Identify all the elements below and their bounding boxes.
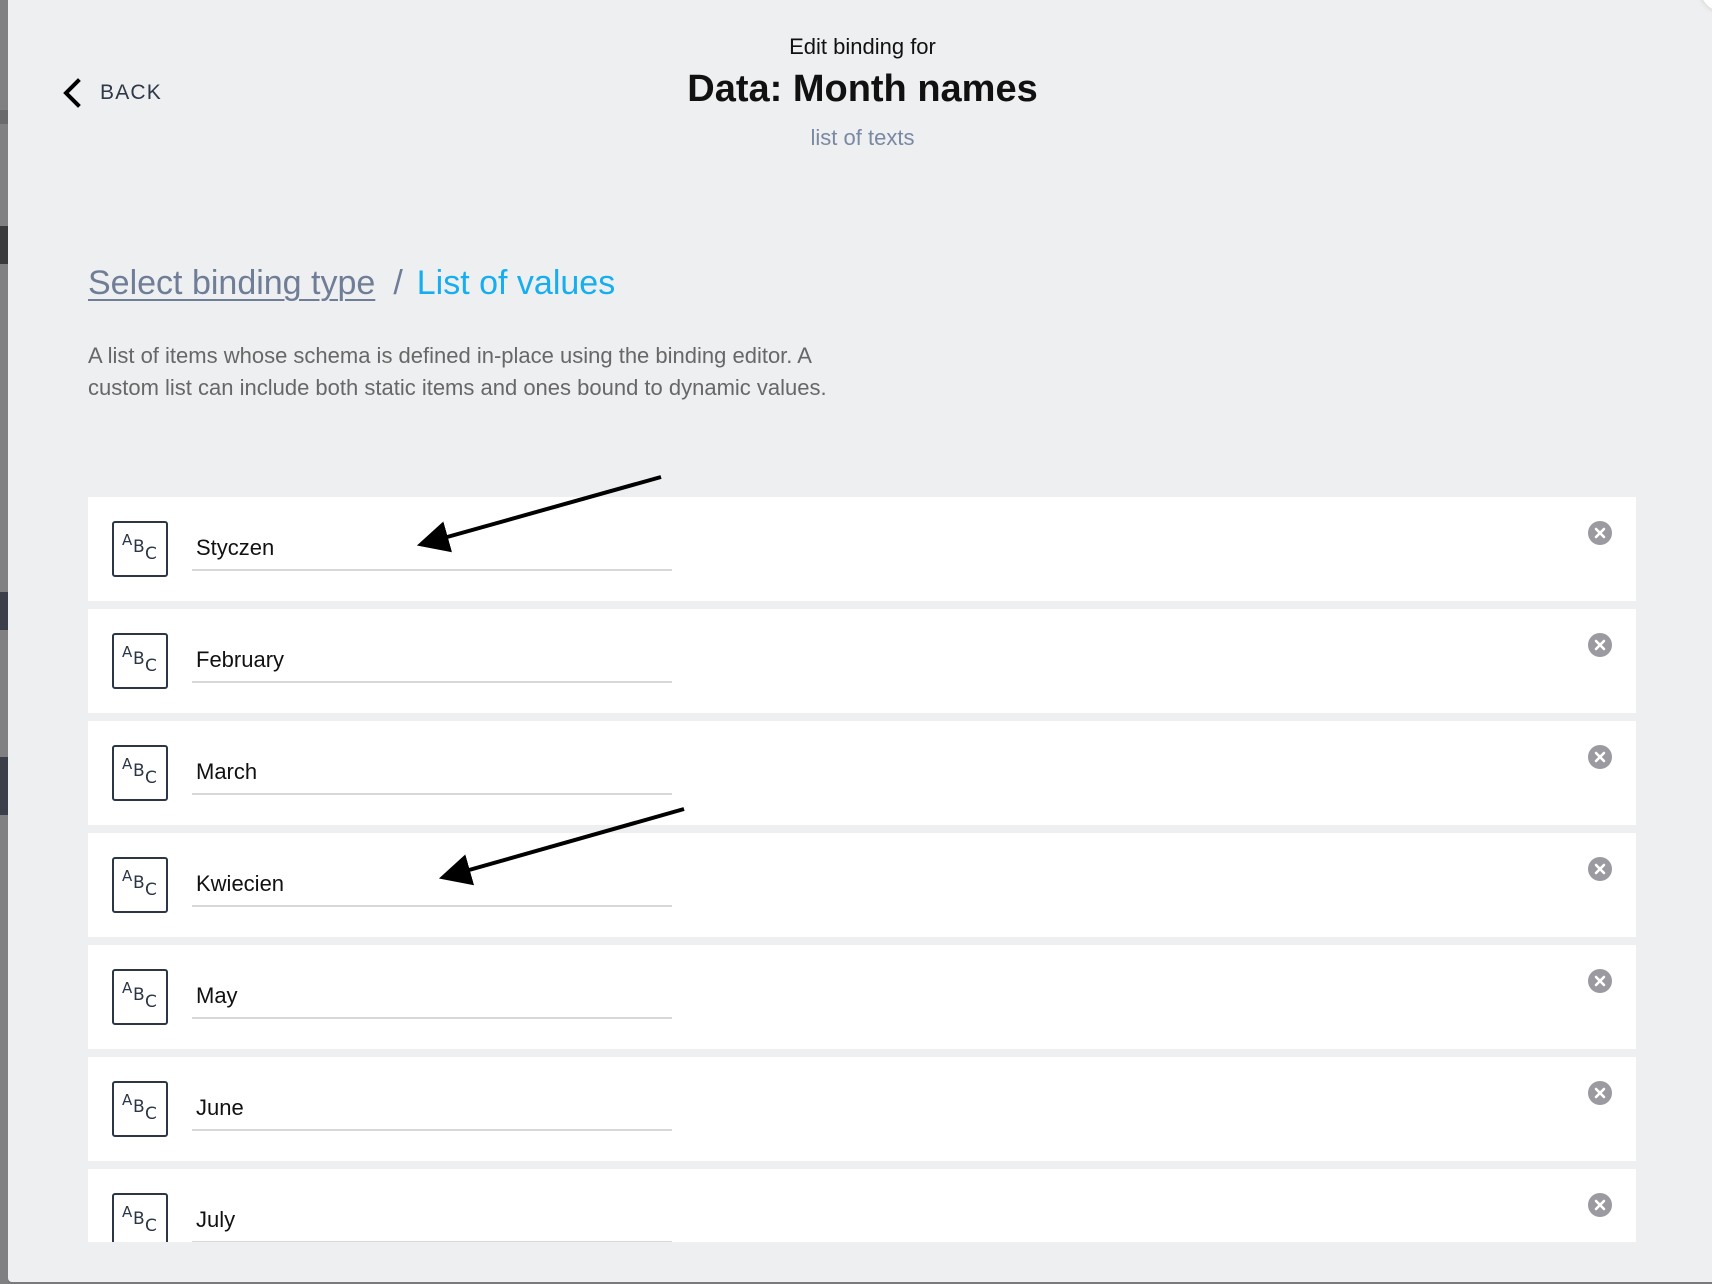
backdrop-detail <box>0 757 8 815</box>
close-icon <box>1594 863 1606 875</box>
list-item: ABC <box>88 1169 1636 1242</box>
item-value-input[interactable] <box>192 751 672 795</box>
text-type-icon[interactable]: ABC <box>112 969 168 1025</box>
remove-item-button[interactable] <box>1588 521 1612 545</box>
item-value-input[interactable] <box>192 863 672 907</box>
list-item: ABC <box>88 945 1636 1049</box>
text-type-icon[interactable]: ABC <box>112 745 168 801</box>
backdrop-detail <box>0 226 8 264</box>
breadcrumb: Select binding type / List of values <box>88 264 615 303</box>
list-item: ABC <box>88 1057 1636 1161</box>
backdrop-detail <box>0 110 8 124</box>
text-type-icon[interactable]: ABC <box>112 857 168 913</box>
breadcrumb-separator: / <box>393 264 403 302</box>
close-icon <box>1594 527 1606 539</box>
item-value-input[interactable] <box>192 639 672 683</box>
close-icon <box>1594 975 1606 987</box>
header-pretitle: Edit binding for <box>789 34 936 59</box>
text-type-icon[interactable]: ABC <box>112 1193 168 1242</box>
list-item: ABC <box>88 721 1636 825</box>
chevron-left-icon <box>63 78 81 108</box>
close-icon <box>1594 1199 1606 1211</box>
remove-item-button[interactable] <box>1588 745 1612 769</box>
close-icon <box>1594 751 1606 763</box>
text-type-icon[interactable]: ABC <box>112 521 168 577</box>
item-value-input[interactable] <box>192 1087 672 1131</box>
page-title: Data: Month names <box>687 68 1038 110</box>
item-value-input[interactable] <box>192 1199 672 1242</box>
backdrop-detail <box>0 592 8 630</box>
modal-close-button[interactable] <box>1700 0 1712 12</box>
close-icon <box>1594 639 1606 651</box>
backdrop <box>0 0 8 1284</box>
text-type-icon[interactable]: ABC <box>112 1081 168 1137</box>
back-label: BACK <box>100 81 162 104</box>
close-icon <box>1594 1087 1606 1099</box>
list-item: ABC <box>88 609 1636 713</box>
binding-description: A list of items whose schema is defined … <box>88 343 827 400</box>
list-item: ABC <box>88 497 1636 601</box>
header-subtitle: list of texts <box>810 125 915 150</box>
remove-item-button[interactable] <box>1588 1081 1612 1105</box>
item-value-input[interactable] <box>192 527 672 571</box>
breadcrumb-select-binding-type[interactable]: Select binding type <box>88 264 375 302</box>
remove-item-button[interactable] <box>1588 633 1612 657</box>
remove-item-button[interactable] <box>1588 857 1612 881</box>
binding-editor-modal: Edit binding for Data: Month names list … <box>8 0 1712 1282</box>
values-list: ABC ABC ABC ABC ABC ABC <box>88 497 1636 1242</box>
breadcrumb-current: List of values <box>416 264 616 302</box>
remove-item-button[interactable] <box>1588 1193 1612 1217</box>
item-value-input[interactable] <box>192 975 672 1019</box>
list-item: ABC <box>88 833 1636 937</box>
remove-item-button[interactable] <box>1588 969 1612 993</box>
back-button[interactable]: BACK <box>62 76 162 110</box>
text-type-icon[interactable]: ABC <box>112 633 168 689</box>
